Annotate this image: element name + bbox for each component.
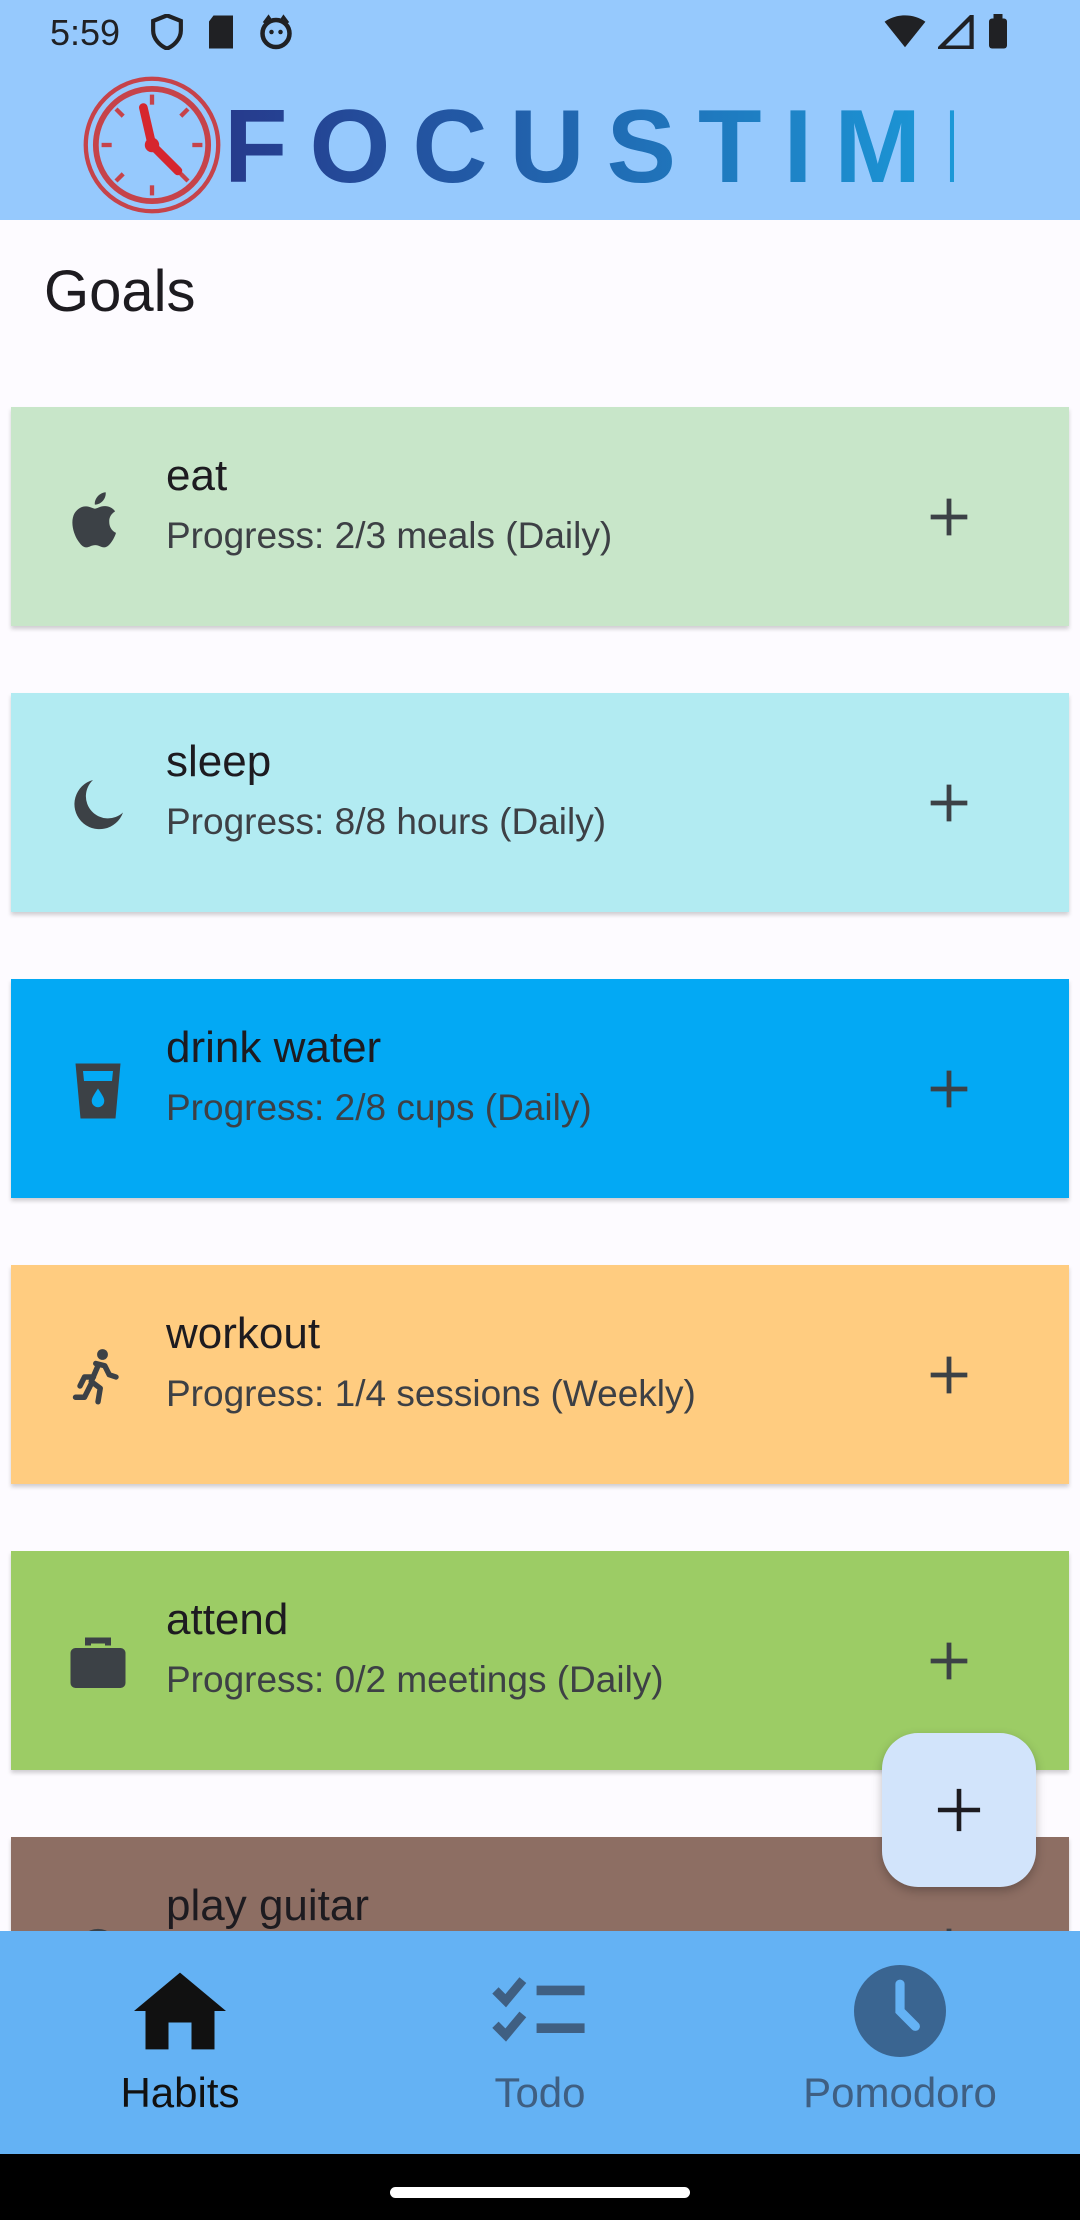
increment-button[interactable] [909, 477, 989, 557]
habit-progress: Progress: 1/4 sessions (Weekly) [166, 1373, 696, 1414]
apple-icon [56, 477, 140, 561]
nav-label-habits: Habits [120, 2069, 240, 2116]
bottom-navigation: Habits Todo Pomodoro [0, 1931, 1080, 2154]
nav-todo[interactable]: Todo [360, 1931, 720, 2154]
signal-icon [938, 15, 974, 49]
page-title: Goals [44, 259, 196, 324]
plus-icon [930, 498, 968, 536]
plus-icon [930, 1642, 968, 1680]
habit-name: attend [166, 1595, 289, 1644]
increment-button[interactable] [909, 1621, 989, 1701]
app-header: 5:59 FOCUSTIME [0, 0, 1080, 220]
clock-icon [850, 1961, 950, 2061]
habit-card[interactable]: workout Progress: 1/4 sessions (Weekly) [11, 1265, 1069, 1484]
logo-wordmark: FOCUSTIME [224, 90, 954, 200]
habit-name: drink water [166, 1023, 382, 1072]
status-right-icons [884, 14, 1010, 50]
plus-icon [930, 1070, 968, 1108]
add-habit-fab[interactable] [882, 1733, 1036, 1887]
nav-label-pomodoro: Pomodoro [803, 2069, 997, 2116]
habit-name: workout [166, 1309, 321, 1358]
plus-icon [937, 1788, 981, 1832]
habit-name: eat [166, 451, 228, 500]
sd-card-icon [209, 15, 233, 49]
moon-icon [56, 763, 140, 847]
checklist-icon [490, 1961, 590, 2061]
habit-name: play guitar [166, 1881, 370, 1930]
nav-habits[interactable]: Habits [0, 1931, 360, 2154]
plus-icon [930, 1356, 968, 1394]
running-icon [56, 1335, 140, 1419]
home-gesture-handle[interactable] [390, 2187, 690, 2198]
nav-label-todo: Todo [494, 2069, 586, 2116]
habit-progress: Progress: 0/2 meetings (Daily) [166, 1659, 664, 1700]
status-left-icons [150, 14, 294, 50]
wifi-icon [884, 15, 926, 48]
svg-text:FOCUSTIME: FOCUSTIME [224, 90, 954, 200]
cat-icon [260, 14, 292, 50]
app-logo: FOCUSTIME [80, 70, 1000, 220]
habit-progress: Progress: 2/8 cups (Daily) [166, 1087, 592, 1128]
nav-pomodoro[interactable]: Pomodoro [720, 1931, 1080, 2154]
habit-card[interactable]: sleep Progress: 8/8 hours (Daily) [11, 693, 1069, 912]
increment-button[interactable] [909, 763, 989, 843]
water-glass-icon [56, 1049, 140, 1133]
battery-icon [989, 14, 1007, 49]
habit-progress: Progress: 8/8 hours (Daily) [166, 801, 607, 842]
clock-logo-icon [83, 76, 221, 214]
home-icon [130, 1961, 230, 2061]
habit-name: sleep [166, 737, 272, 786]
habit-card[interactable]: eat Progress: 2/3 meals (Daily) [11, 407, 1069, 626]
briefcase-icon [56, 1621, 140, 1705]
habit-progress: Progress: 2/3 meals (Daily) [166, 515, 613, 556]
plus-icon [930, 784, 968, 822]
increment-button[interactable] [909, 1049, 989, 1129]
increment-button[interactable] [909, 1335, 989, 1415]
habit-card[interactable]: drink water Progress: 2/8 cups (Daily) [11, 979, 1069, 1198]
shield-icon [151, 14, 183, 50]
status-time: 5:59 [50, 12, 121, 53]
